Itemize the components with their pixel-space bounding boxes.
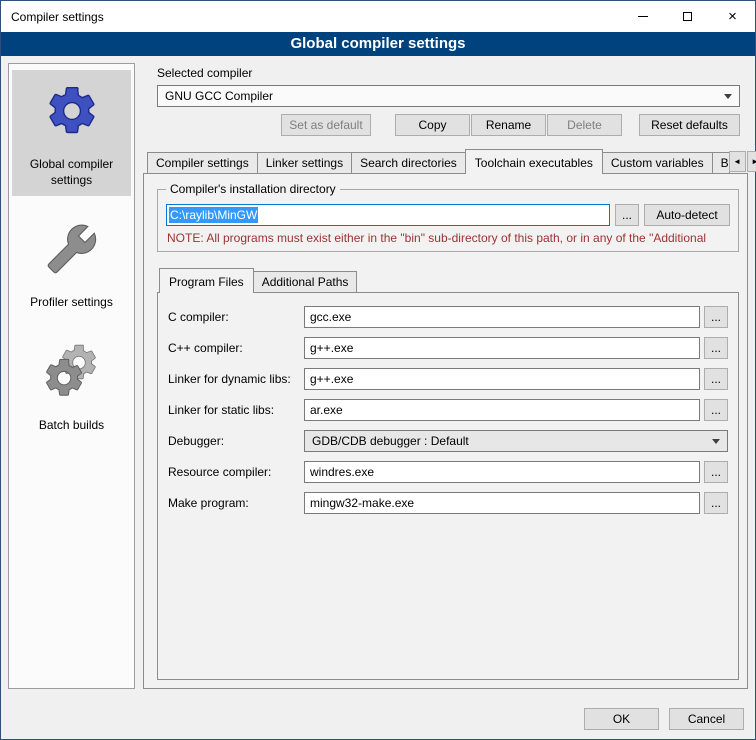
tab-scroll-left-button[interactable]: ◄ bbox=[729, 151, 746, 172]
sidebar-item-global-compiler-settings[interactable]: Global compiler settings bbox=[12, 70, 131, 196]
selected-compiler-dropdown[interactable]: GNU GCC Compiler bbox=[157, 85, 740, 107]
tab-scrollers: ◄ ► bbox=[729, 151, 756, 173]
set-as-default-button[interactable]: Set as default bbox=[281, 114, 371, 136]
compiler-settings-dialog: Compiler settings × Global compiler sett… bbox=[0, 0, 756, 740]
browse-resource-compiler-button[interactable]: ... bbox=[704, 461, 728, 483]
reset-defaults-button[interactable]: Reset defaults bbox=[639, 114, 740, 136]
debugger-value: GDB/CDB debugger : Default bbox=[312, 434, 469, 448]
cancel-button[interactable]: Cancel bbox=[669, 708, 744, 730]
debugger-dropdown[interactable]: GDB/CDB debugger : Default bbox=[304, 430, 728, 452]
browse-dynamic-linker-button[interactable]: ... bbox=[704, 368, 728, 390]
tab-compiler-settings[interactable]: Compiler settings bbox=[147, 152, 258, 173]
selected-compiler-label: Selected compiler bbox=[157, 66, 748, 80]
static-linker-label: Linker for static libs: bbox=[168, 403, 304, 417]
batch-gears-icon bbox=[41, 341, 103, 403]
browse-c-compiler-button[interactable]: ... bbox=[704, 306, 728, 328]
sidebar-item-label: Batch builds bbox=[39, 417, 104, 433]
auto-detect-button[interactable]: Auto-detect bbox=[644, 204, 730, 226]
browse-make-program-button[interactable]: ... bbox=[704, 492, 728, 514]
sidebar-item-label: Profiler settings bbox=[30, 294, 113, 310]
c-compiler-value: gcc.exe bbox=[310, 310, 351, 324]
tab-additional-paths[interactable]: Additional Paths bbox=[253, 271, 358, 292]
static-linker-value: ar.exe bbox=[310, 403, 343, 417]
program-files-panel: C compiler: gcc.exe ... C++ compiler: g+… bbox=[157, 292, 739, 680]
make-program-value: mingw32-make.exe bbox=[310, 496, 414, 510]
minimize-button[interactable] bbox=[620, 1, 665, 32]
tab-toolchain-executables[interactable]: Toolchain executables bbox=[465, 149, 603, 174]
scroll-left-icon: ◄ bbox=[733, 158, 741, 166]
cpp-compiler-value: g++.exe bbox=[310, 341, 353, 355]
tab-scroll-right-button[interactable]: ► bbox=[747, 151, 756, 172]
tab-linker-settings[interactable]: Linker settings bbox=[257, 152, 352, 173]
dynamic-linker-value: g++.exe bbox=[310, 372, 353, 386]
chevron-down-icon bbox=[712, 439, 720, 444]
minimize-icon bbox=[638, 16, 648, 17]
debugger-label: Debugger: bbox=[168, 434, 304, 448]
tab-search-directories[interactable]: Search directories bbox=[351, 152, 466, 173]
make-program-label: Make program: bbox=[168, 496, 304, 510]
selected-compiler-value: GNU GCC Compiler bbox=[165, 89, 273, 103]
tab-build-options[interactable]: Build bbox=[712, 152, 730, 173]
static-linker-input[interactable]: ar.exe bbox=[304, 399, 700, 421]
rename-button[interactable]: Rename bbox=[471, 114, 546, 136]
sidebar-item-label: Global compiler settings bbox=[14, 156, 129, 188]
program-files-tab-strip: Program Files Additional Paths bbox=[157, 268, 739, 292]
browse-static-linker-button[interactable]: ... bbox=[704, 399, 728, 421]
form-row-dynamic-linker: Linker for dynamic libs: g++.exe ... bbox=[168, 368, 728, 390]
close-button[interactable]: × bbox=[710, 1, 755, 32]
form-row-make-program: Make program: mingw32-make.exe ... bbox=[168, 492, 728, 514]
installation-directory-title: Compiler's installation directory bbox=[166, 182, 340, 196]
maximize-icon bbox=[683, 12, 692, 21]
compiler-actions: Set as default Copy Rename Delete Reset … bbox=[157, 114, 740, 136]
dynamic-linker-label: Linker for dynamic libs: bbox=[168, 372, 304, 386]
delete-button[interactable]: Delete bbox=[547, 114, 622, 136]
installation-directory-group: Compiler's installation directory C:\ray… bbox=[157, 189, 739, 252]
settings-sidebar: Global compiler settings Profiler settin… bbox=[8, 63, 135, 689]
dialog-header: Global compiler settings bbox=[1, 32, 755, 56]
form-row-debugger: Debugger: GDB/CDB debugger : Default bbox=[168, 430, 728, 452]
installation-directory-row: C:\raylib\MinGW ... Auto-detect bbox=[166, 204, 730, 226]
sidebar-item-batch-builds[interactable]: Batch builds bbox=[12, 331, 131, 441]
gear-icon bbox=[41, 80, 103, 142]
toolchain-executables-panel: Compiler's installation directory C:\ray… bbox=[143, 173, 748, 689]
settings-tab-strip: Compiler settings Linker settings Search… bbox=[143, 149, 748, 173]
maximize-button[interactable] bbox=[665, 1, 710, 32]
scroll-right-icon: ► bbox=[751, 158, 756, 166]
ok-button[interactable]: OK bbox=[584, 708, 659, 730]
browse-install-dir-button[interactable]: ... bbox=[615, 204, 639, 226]
make-program-input[interactable]: mingw32-make.exe bbox=[304, 492, 700, 514]
cpp-compiler-label: C++ compiler: bbox=[168, 341, 304, 355]
browse-cpp-compiler-button[interactable]: ... bbox=[704, 337, 728, 359]
close-icon: × bbox=[728, 9, 737, 24]
dialog-content: Global compiler settings Profiler settin… bbox=[1, 56, 755, 699]
form-row-c-compiler: C compiler: gcc.exe ... bbox=[168, 306, 728, 328]
copy-button[interactable]: Copy bbox=[395, 114, 470, 136]
resource-compiler-label: Resource compiler: bbox=[168, 465, 304, 479]
cpp-compiler-input[interactable]: g++.exe bbox=[304, 337, 700, 359]
c-compiler-label: C compiler: bbox=[168, 310, 304, 324]
dynamic-linker-input[interactable]: g++.exe bbox=[304, 368, 700, 390]
profiler-tool-icon bbox=[41, 218, 103, 280]
bin-subdirectory-note: NOTE: All programs must exist either in … bbox=[167, 231, 730, 245]
resource-compiler-input[interactable]: windres.exe bbox=[304, 461, 700, 483]
window-title: Compiler settings bbox=[1, 1, 620, 32]
resource-compiler-value: windres.exe bbox=[310, 465, 374, 479]
installation-directory-value: C:\raylib\MinGW bbox=[169, 207, 258, 223]
chevron-down-icon bbox=[724, 94, 732, 99]
dialog-footer: OK Cancel bbox=[1, 699, 755, 739]
form-row-cpp-compiler: C++ compiler: g++.exe ... bbox=[168, 337, 728, 359]
main-panel: Selected compiler GNU GCC Compiler Set a… bbox=[143, 63, 748, 689]
form-row-resource-compiler: Resource compiler: windres.exe ... bbox=[168, 461, 728, 483]
sidebar-item-profiler-settings[interactable]: Profiler settings bbox=[12, 208, 131, 318]
tab-program-files[interactable]: Program Files bbox=[159, 268, 254, 293]
title-bar: Compiler settings × bbox=[1, 1, 755, 32]
tab-custom-variables[interactable]: Custom variables bbox=[602, 152, 713, 173]
installation-directory-input[interactable]: C:\raylib\MinGW bbox=[166, 204, 610, 226]
form-row-static-linker: Linker for static libs: ar.exe ... bbox=[168, 399, 728, 421]
c-compiler-input[interactable]: gcc.exe bbox=[304, 306, 700, 328]
